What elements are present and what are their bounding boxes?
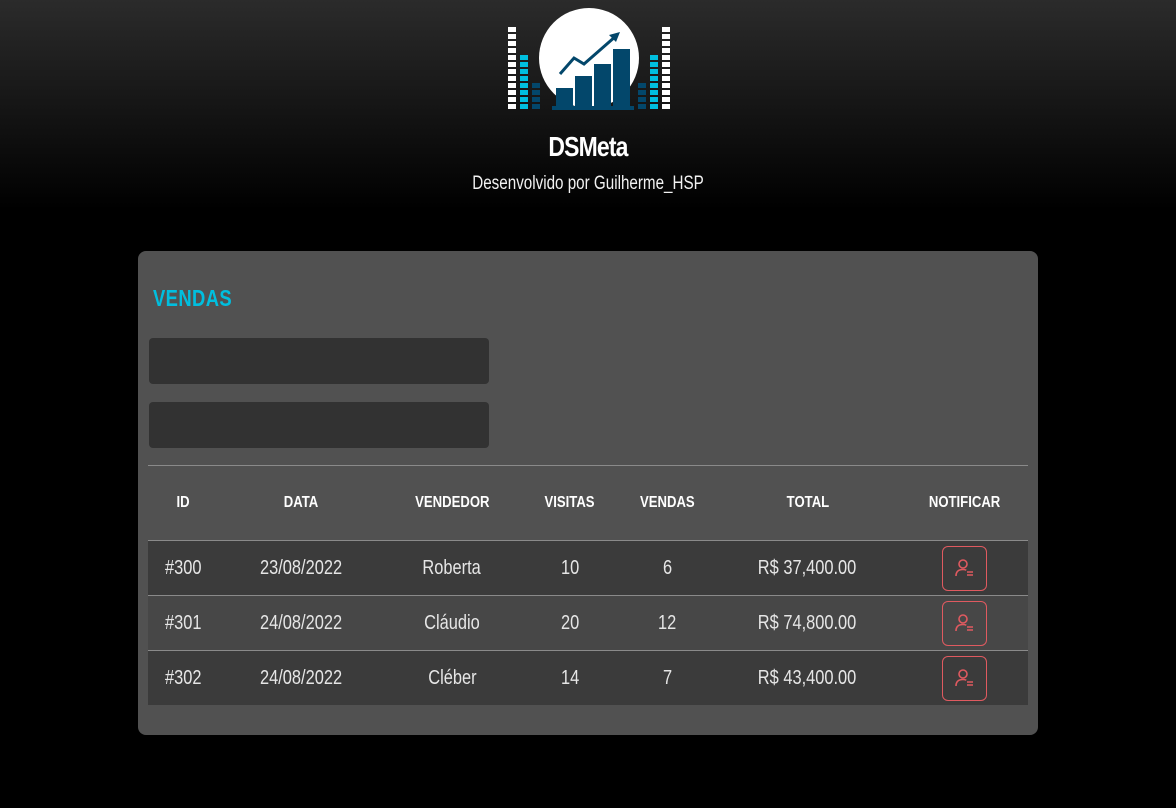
sales-table: ID DATA VENDEDOR VISITAS VENDAS TOTAL NO… [148,466,1028,705]
cell-deals: 7 [621,650,714,705]
cell-notify [901,540,1028,596]
table-header-row: ID DATA VENDEDOR VISITAS VENDAS TOTAL NO… [148,466,1028,541]
header-total: TOTAL [714,466,901,541]
cell-seller: Cláudio [385,595,519,651]
cell-date: 23/08/2022 [218,540,385,596]
app-subtitle: Desenvolvido por Guilherme_HSP [472,173,704,194]
table-row: #301 24/08/2022 Cláudio 20 12 R$ 74,800.… [148,595,1028,651]
notify-user-icon [954,614,973,632]
cell-visits: 10 [519,540,621,596]
cell-date: 24/08/2022 [218,650,385,705]
cell-notify [901,650,1028,705]
cell-id: #300 [148,540,218,596]
cell-visits: 20 [519,595,621,651]
notify-user-icon [954,559,973,577]
cell-total: R$ 74,800.00 [714,595,901,651]
header-id: ID [148,466,218,541]
cell-deals: 6 [621,540,714,596]
card-title: VENDAS [153,285,233,311]
table-row: #302 24/08/2022 Cléber 14 7 R$ 43,400.00 [148,650,1028,705]
cell-total: R$ 43,400.00 [714,650,901,705]
sales-card: VENDAS ID DATA VENDEDOR VISITAS VENDAS T… [138,251,1038,735]
cell-total: R$ 37,400.00 [714,540,901,596]
notify-user-icon [954,669,973,687]
cell-visits: 14 [519,650,621,705]
cell-id: #302 [148,650,218,705]
header-notify: NOTIFICAR [901,466,1028,541]
max-date-input[interactable] [149,402,489,448]
table-row: #300 23/08/2022 Roberta 10 6 R$ 37,400.0… [148,540,1028,596]
header-deals: VENDAS [621,466,714,541]
header-seller: VENDEDOR [385,466,519,541]
min-date-input[interactable] [149,338,489,384]
cell-id: #301 [148,595,218,651]
notify-button[interactable] [942,600,987,646]
page-header: DSMeta Desenvolvido por Guilherme_HSP [0,0,1176,220]
rising-bar-chart-logo [506,8,672,112]
header-visits: VISITAS [519,466,621,541]
notify-button[interactable] [942,655,987,701]
app-title: DSMeta [548,131,628,162]
cell-date: 24/08/2022 [218,595,385,651]
cell-notify [901,595,1028,651]
cell-seller: Cléber [385,650,519,705]
cell-deals: 12 [621,595,714,651]
header-date: DATA [218,466,385,541]
notify-button[interactable] [942,545,987,591]
cell-seller: Roberta [385,540,519,596]
